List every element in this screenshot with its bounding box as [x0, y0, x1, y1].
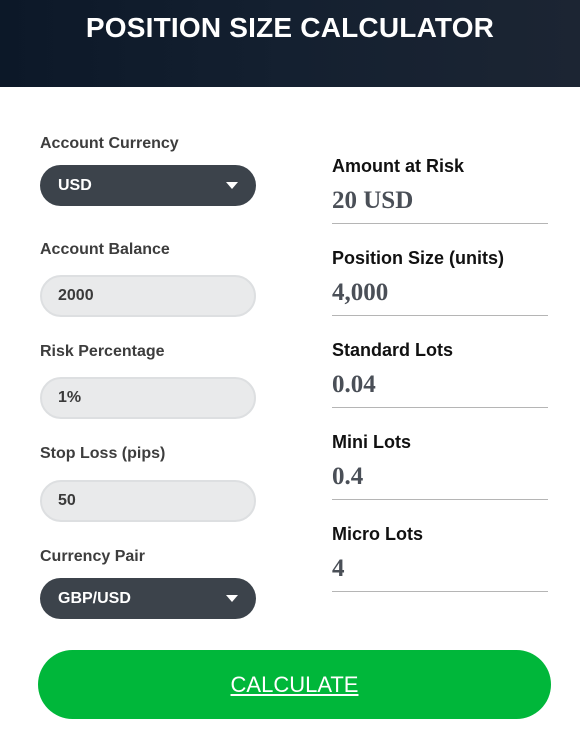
- chevron-down-icon: [226, 595, 238, 602]
- account-currency-value: USD: [58, 177, 92, 194]
- mini-lots-label: Mini Lots: [332, 432, 411, 452]
- mini-lots-value: 0.4: [332, 463, 364, 490]
- currency-pair-value: GBP/USD: [58, 590, 131, 607]
- standard-lots-value: 0.04: [332, 371, 376, 398]
- divider: [332, 315, 548, 316]
- divider: [332, 407, 548, 408]
- stop-loss-label: Stop Loss (pips): [40, 445, 166, 462]
- risk-percentage-value: 1%: [58, 389, 82, 406]
- amount-at-risk-value: 20 USD: [332, 187, 414, 214]
- standard-lots-label: Standard Lots: [332, 340, 454, 360]
- micro-lots-label: Micro Lots: [332, 524, 424, 544]
- currency-pair-select[interactable]: GBP/USD: [40, 578, 256, 619]
- chevron-down-icon: [226, 182, 238, 189]
- micro-lots-value: 4: [332, 555, 345, 582]
- divider: [332, 499, 548, 500]
- page-title: POSITION SIZE CALCULATOR: [85, 12, 495, 43]
- calculate-button[interactable]: CALCULATE: [38, 650, 551, 719]
- position-size-label: Position Size (units): [332, 248, 505, 268]
- amount-at-risk-label: Amount at Risk: [332, 156, 465, 176]
- position-size-value: 4,000: [332, 279, 389, 306]
- stop-loss-input[interactable]: 50: [40, 480, 256, 522]
- risk-percentage-input[interactable]: 1%: [40, 377, 256, 419]
- currency-pair-label: Currency Pair: [40, 548, 145, 565]
- account-balance-label: Account Balance: [40, 241, 170, 258]
- stop-loss-value: 50: [58, 492, 76, 509]
- account-currency-label: Account Currency: [40, 135, 179, 152]
- page-header: POSITION SIZE CALCULATOR: [0, 0, 580, 87]
- account-balance-value: 2000: [58, 287, 94, 304]
- divider: [332, 591, 548, 592]
- risk-percentage-label: Risk Percentage: [40, 343, 165, 360]
- account-balance-input[interactable]: 2000: [40, 275, 256, 317]
- account-currency-select[interactable]: USD: [40, 165, 256, 206]
- divider: [332, 223, 548, 224]
